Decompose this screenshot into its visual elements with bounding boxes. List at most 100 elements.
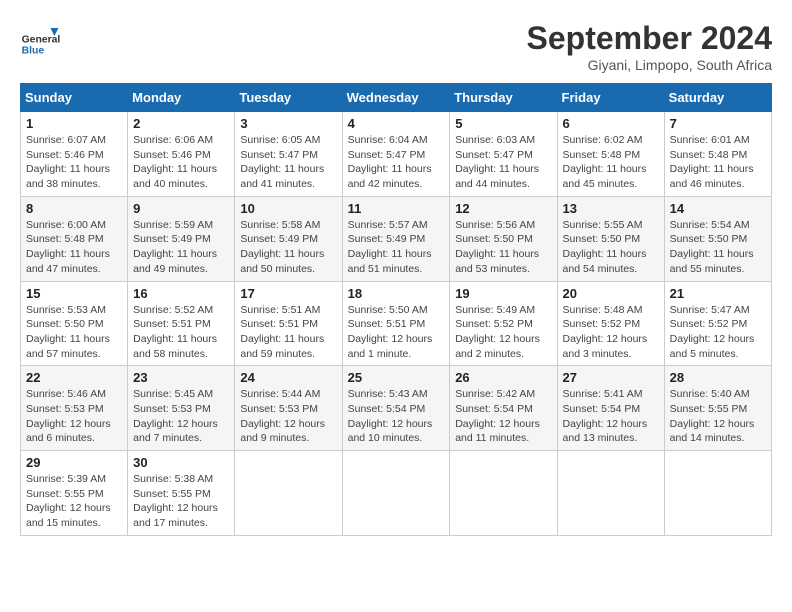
- weekday-header-monday: Monday: [128, 84, 235, 112]
- calendar-cell: 24 Sunrise: 5:44 AMSunset: 5:53 PMDaylig…: [235, 366, 342, 451]
- location: Giyani, Limpopo, South Africa: [527, 57, 772, 73]
- calendar-cell: 19 Sunrise: 5:49 AMSunset: 5:52 PMDaylig…: [450, 281, 557, 366]
- day-info: Sunrise: 6:07 AMSunset: 5:46 PMDaylight:…: [26, 134, 110, 190]
- day-number: 16: [133, 286, 229, 301]
- day-info: Sunrise: 5:38 AMSunset: 5:55 PMDaylight:…: [133, 473, 218, 529]
- calendar-cell: [664, 451, 771, 536]
- calendar-cell: 4 Sunrise: 6:04 AMSunset: 5:47 PMDayligh…: [342, 112, 450, 197]
- weekday-header-tuesday: Tuesday: [235, 84, 342, 112]
- calendar-cell: 17 Sunrise: 5:51 AMSunset: 5:51 PMDaylig…: [235, 281, 342, 366]
- day-number: 3: [240, 116, 336, 131]
- calendar-cell: 27 Sunrise: 5:41 AMSunset: 5:54 PMDaylig…: [557, 366, 664, 451]
- day-info: Sunrise: 5:51 AMSunset: 5:51 PMDaylight:…: [240, 304, 324, 360]
- calendar-cell: 11 Sunrise: 5:57 AMSunset: 5:49 PMDaylig…: [342, 196, 450, 281]
- week-row-3: 15 Sunrise: 5:53 AMSunset: 5:50 PMDaylig…: [21, 281, 772, 366]
- day-number: 5: [455, 116, 551, 131]
- logo-icon: General Blue: [20, 20, 60, 60]
- day-number: 10: [240, 201, 336, 216]
- week-row-5: 29 Sunrise: 5:39 AMSunset: 5:55 PMDaylig…: [21, 451, 772, 536]
- title-block: September 2024 Giyani, Limpopo, South Af…: [527, 20, 772, 73]
- svg-text:Blue: Blue: [22, 46, 45, 57]
- day-info: Sunrise: 5:45 AMSunset: 5:53 PMDaylight:…: [133, 388, 218, 444]
- day-number: 30: [133, 455, 229, 470]
- day-number: 26: [455, 370, 551, 385]
- day-number: 18: [348, 286, 445, 301]
- day-number: 27: [563, 370, 659, 385]
- day-number: 19: [455, 286, 551, 301]
- day-info: Sunrise: 5:42 AMSunset: 5:54 PMDaylight:…: [455, 388, 540, 444]
- day-info: Sunrise: 5:49 AMSunset: 5:52 PMDaylight:…: [455, 304, 540, 360]
- day-number: 1: [26, 116, 122, 131]
- weekday-header-saturday: Saturday: [664, 84, 771, 112]
- day-info: Sunrise: 5:47 AMSunset: 5:52 PMDaylight:…: [670, 304, 755, 360]
- day-number: 7: [670, 116, 766, 131]
- day-number: 14: [670, 201, 766, 216]
- day-info: Sunrise: 6:02 AMSunset: 5:48 PMDaylight:…: [563, 134, 647, 190]
- day-info: Sunrise: 5:44 AMSunset: 5:53 PMDaylight:…: [240, 388, 325, 444]
- day-number: 11: [348, 201, 445, 216]
- calendar-cell: 28 Sunrise: 5:40 AMSunset: 5:55 PMDaylig…: [664, 366, 771, 451]
- day-number: 24: [240, 370, 336, 385]
- week-row-4: 22 Sunrise: 5:46 AMSunset: 5:53 PMDaylig…: [21, 366, 772, 451]
- calendar-cell: [557, 451, 664, 536]
- calendar-cell: 7 Sunrise: 6:01 AMSunset: 5:48 PMDayligh…: [664, 112, 771, 197]
- calendar-cell: 20 Sunrise: 5:48 AMSunset: 5:52 PMDaylig…: [557, 281, 664, 366]
- day-number: 6: [563, 116, 659, 131]
- day-number: 23: [133, 370, 229, 385]
- calendar-cell: 12 Sunrise: 5:56 AMSunset: 5:50 PMDaylig…: [450, 196, 557, 281]
- day-info: Sunrise: 6:05 AMSunset: 5:47 PMDaylight:…: [240, 134, 324, 190]
- calendar-cell: 18 Sunrise: 5:50 AMSunset: 5:51 PMDaylig…: [342, 281, 450, 366]
- day-info: Sunrise: 5:57 AMSunset: 5:49 PMDaylight:…: [348, 219, 432, 275]
- calendar-cell: 5 Sunrise: 6:03 AMSunset: 5:47 PMDayligh…: [450, 112, 557, 197]
- day-info: Sunrise: 5:50 AMSunset: 5:51 PMDaylight:…: [348, 304, 433, 360]
- day-info: Sunrise: 5:52 AMSunset: 5:51 PMDaylight:…: [133, 304, 217, 360]
- day-info: Sunrise: 5:40 AMSunset: 5:55 PMDaylight:…: [670, 388, 755, 444]
- day-number: 29: [26, 455, 122, 470]
- day-number: 4: [348, 116, 445, 131]
- calendar-cell: 29 Sunrise: 5:39 AMSunset: 5:55 PMDaylig…: [21, 451, 128, 536]
- day-number: 28: [670, 370, 766, 385]
- day-number: 15: [26, 286, 122, 301]
- calendar-cell: 30 Sunrise: 5:38 AMSunset: 5:55 PMDaylig…: [128, 451, 235, 536]
- day-info: Sunrise: 5:56 AMSunset: 5:50 PMDaylight:…: [455, 219, 539, 275]
- weekday-header-friday: Friday: [557, 84, 664, 112]
- day-info: Sunrise: 5:59 AMSunset: 5:49 PMDaylight:…: [133, 219, 217, 275]
- day-number: 21: [670, 286, 766, 301]
- calendar-cell: 15 Sunrise: 5:53 AMSunset: 5:50 PMDaylig…: [21, 281, 128, 366]
- calendar-cell: 21 Sunrise: 5:47 AMSunset: 5:52 PMDaylig…: [664, 281, 771, 366]
- calendar-cell: 25 Sunrise: 5:43 AMSunset: 5:54 PMDaylig…: [342, 366, 450, 451]
- day-number: 20: [563, 286, 659, 301]
- day-number: 17: [240, 286, 336, 301]
- calendar-cell: [342, 451, 450, 536]
- day-info: Sunrise: 6:04 AMSunset: 5:47 PMDaylight:…: [348, 134, 432, 190]
- calendar-cell: 2 Sunrise: 6:06 AMSunset: 5:46 PMDayligh…: [128, 112, 235, 197]
- day-info: Sunrise: 5:41 AMSunset: 5:54 PMDaylight:…: [563, 388, 648, 444]
- calendar-cell: 8 Sunrise: 6:00 AMSunset: 5:48 PMDayligh…: [21, 196, 128, 281]
- weekday-header-thursday: Thursday: [450, 84, 557, 112]
- day-number: 9: [133, 201, 229, 216]
- day-number: 13: [563, 201, 659, 216]
- day-info: Sunrise: 6:00 AMSunset: 5:48 PMDaylight:…: [26, 219, 110, 275]
- calendar-cell: 9 Sunrise: 5:59 AMSunset: 5:49 PMDayligh…: [128, 196, 235, 281]
- week-row-1: 1 Sunrise: 6:07 AMSunset: 5:46 PMDayligh…: [21, 112, 772, 197]
- calendar-cell: 1 Sunrise: 6:07 AMSunset: 5:46 PMDayligh…: [21, 112, 128, 197]
- calendar-cell: 23 Sunrise: 5:45 AMSunset: 5:53 PMDaylig…: [128, 366, 235, 451]
- day-number: 22: [26, 370, 122, 385]
- day-info: Sunrise: 5:43 AMSunset: 5:54 PMDaylight:…: [348, 388, 433, 444]
- weekday-header-wednesday: Wednesday: [342, 84, 450, 112]
- day-info: Sunrise: 5:55 AMSunset: 5:50 PMDaylight:…: [563, 219, 647, 275]
- day-info: Sunrise: 5:54 AMSunset: 5:50 PMDaylight:…: [670, 219, 754, 275]
- day-info: Sunrise: 5:39 AMSunset: 5:55 PMDaylight:…: [26, 473, 111, 529]
- day-info: Sunrise: 5:48 AMSunset: 5:52 PMDaylight:…: [563, 304, 648, 360]
- weekday-header-row: SundayMondayTuesdayWednesdayThursdayFrid…: [21, 84, 772, 112]
- month-title: September 2024: [527, 20, 772, 57]
- calendar-cell: 10 Sunrise: 5:58 AMSunset: 5:49 PMDaylig…: [235, 196, 342, 281]
- day-number: 2: [133, 116, 229, 131]
- day-info: Sunrise: 6:06 AMSunset: 5:46 PMDaylight:…: [133, 134, 217, 190]
- day-info: Sunrise: 6:01 AMSunset: 5:48 PMDaylight:…: [670, 134, 754, 190]
- page-header: General Blue September 2024 Giyani, Limp…: [20, 20, 772, 73]
- weekday-header-sunday: Sunday: [21, 84, 128, 112]
- day-info: Sunrise: 5:53 AMSunset: 5:50 PMDaylight:…: [26, 304, 110, 360]
- calendar-cell: 6 Sunrise: 6:02 AMSunset: 5:48 PMDayligh…: [557, 112, 664, 197]
- calendar-cell: 13 Sunrise: 5:55 AMSunset: 5:50 PMDaylig…: [557, 196, 664, 281]
